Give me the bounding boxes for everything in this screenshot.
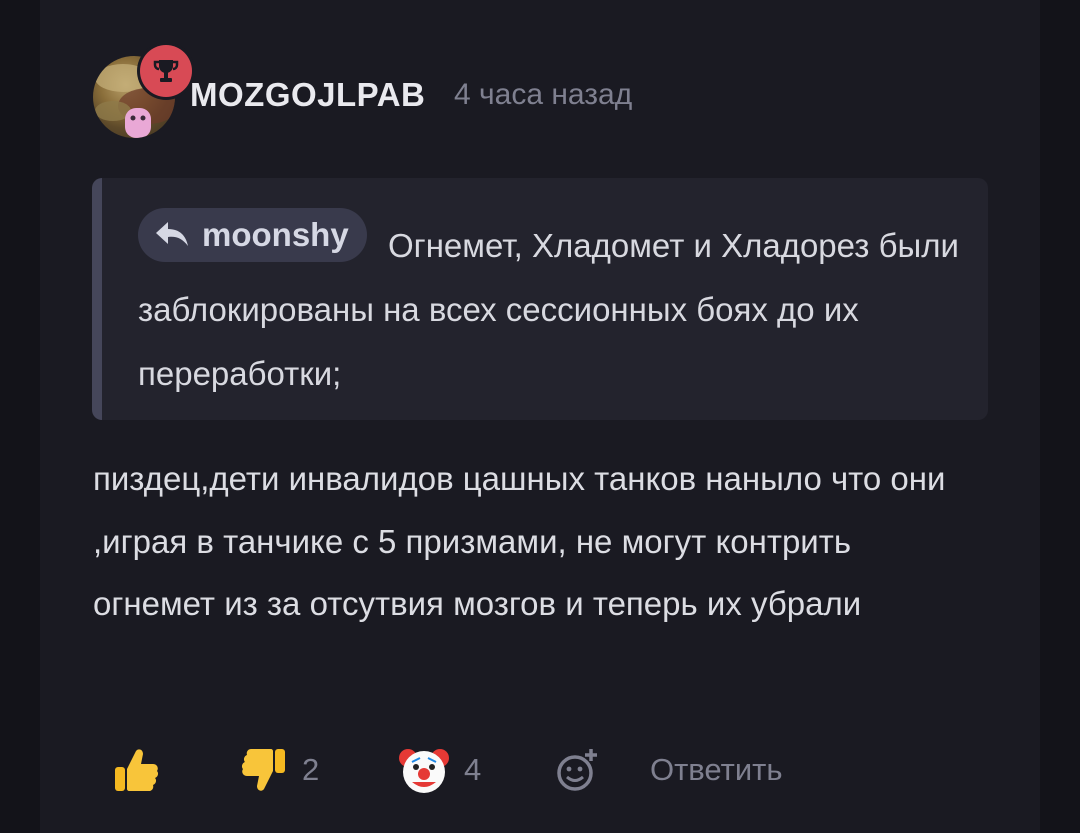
- comment-author[interactable]: MOZGOJLPAB: [190, 76, 425, 114]
- comment-body: пиздец,дети инвалидов цашных танков наны…: [93, 460, 946, 622]
- thumbs-up-icon: [115, 749, 159, 791]
- comment-actions: 2 4 Ответить: [0, 740, 1080, 800]
- comment-timestamp: 4 часа назад: [454, 78, 633, 111]
- like-button[interactable]: [112, 740, 160, 800]
- quoted-comment[interactable]: Огнемет, Хладомет и Хладорез были заблок…: [92, 178, 988, 420]
- clown-face-icon: [399, 749, 449, 793]
- reply-button[interactable]: Ответить: [650, 740, 783, 800]
- reply-arrow-icon: [156, 222, 188, 246]
- clown-reaction-button[interactable]: 4: [398, 740, 481, 800]
- thumbs-down-icon: [241, 749, 285, 791]
- quote-author-chip[interactable]: moonshy: [138, 208, 367, 262]
- dislike-count: 2: [302, 752, 320, 787]
- dislike-button[interactable]: 2: [240, 740, 319, 800]
- add-reaction-icon: [557, 749, 597, 791]
- trophy-icon: [153, 60, 179, 82]
- clown-count: 4: [464, 752, 482, 787]
- quote-author-name: moonshy: [202, 216, 349, 253]
- reply-label: Ответить: [650, 752, 783, 787]
- add-reaction-button[interactable]: [555, 740, 601, 800]
- trophy-badge: [140, 45, 192, 97]
